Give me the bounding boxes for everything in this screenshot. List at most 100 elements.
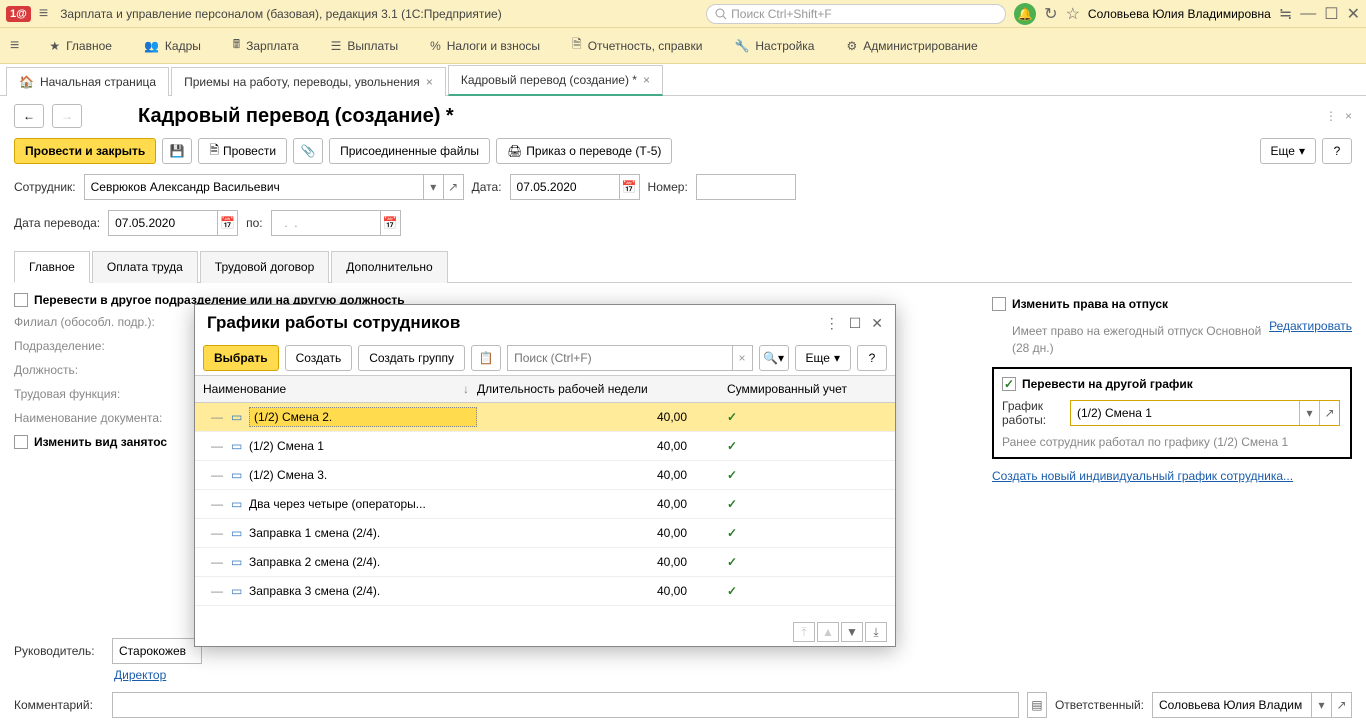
edit-link[interactable]: Редактировать xyxy=(1269,319,1352,333)
maximize-icon[interactable]: ☐ xyxy=(1324,4,1338,24)
calendar-icon[interactable]: 📅 xyxy=(217,211,237,235)
grid-down[interactable]: ▼ xyxy=(841,622,863,642)
tab-transfer[interactable]: Кадровый перевод (создание) *× xyxy=(448,65,663,96)
transfer-date-input[interactable] xyxy=(109,211,217,235)
more-button[interactable]: Еще ▾ xyxy=(1260,138,1316,164)
refresh-button[interactable]: 📋 xyxy=(471,345,501,371)
table-row[interactable]: —▭(1/2) Смена 140,00✓ xyxy=(195,432,895,461)
menu-icon[interactable]: ≡ xyxy=(39,5,48,23)
dropdown-icon[interactable]: ▾ xyxy=(1299,401,1319,425)
create-button[interactable]: Создать xyxy=(285,345,353,371)
col-duration-header[interactable]: Длительность рабочей недели xyxy=(477,382,727,396)
clear-search-icon[interactable]: × xyxy=(732,346,752,370)
table-row[interactable]: —▭Заправка 2 смена (2/4).40,00✓ xyxy=(195,548,895,577)
minimize-icon[interactable]: — xyxy=(1300,5,1316,23)
help-button[interactable]: ? xyxy=(1322,138,1352,164)
menu-reports[interactable]: 🗎Отчетность, справки xyxy=(558,29,716,62)
comment-input[interactable] xyxy=(113,693,1018,717)
attached-files-button[interactable]: Присоединенные файлы xyxy=(329,138,490,164)
doc-icon: 🗎 xyxy=(572,35,582,56)
table-row[interactable]: —▭Два через четыре (операторы...40,00✓ xyxy=(195,490,895,519)
number-input[interactable] xyxy=(697,175,795,199)
close-icon[interactable]: ✕ xyxy=(871,315,883,332)
favorite-icon[interactable]: ☆ xyxy=(1066,4,1080,24)
menu-kadry[interactable]: 👥Кадры xyxy=(130,33,215,59)
home-icon: 🏠 xyxy=(19,75,34,89)
settings-icon[interactable]: ≒ xyxy=(1279,4,1292,24)
nav-forward[interactable]: → xyxy=(52,104,82,128)
cb-change-kind[interactable] xyxy=(14,435,28,449)
page-close-icon[interactable]: × xyxy=(1345,109,1352,123)
schedules-modal: Графики работы сотрудников ⋮ ☐ ✕ Выбрать… xyxy=(194,304,896,647)
table-row[interactable]: —▭Заправка 1 смена (2/4).40,00✓ xyxy=(195,519,895,548)
nav-back[interactable]: ← xyxy=(14,104,44,128)
date-input[interactable] xyxy=(511,175,619,199)
menu-zarplata[interactable]: 🖩Зарплата xyxy=(219,29,313,62)
prev-schedule-note: Ранее сотрудник работал по графику (1/2)… xyxy=(1002,435,1342,449)
search-button[interactable]: 🔍▾ xyxy=(759,345,789,371)
table-row[interactable]: —▭(1/2) Смена 3.40,00✓ xyxy=(195,461,895,490)
open-icon[interactable]: ↗ xyxy=(1331,693,1351,717)
modal-search-input[interactable] xyxy=(508,346,731,370)
create-group-button[interactable]: Создать группу xyxy=(358,345,465,371)
close-icon[interactable]: × xyxy=(426,75,433,89)
cb-schedule[interactable] xyxy=(1002,377,1016,391)
row-duration: 40,00 xyxy=(477,526,727,540)
tab-home[interactable]: 🏠Начальная страница xyxy=(6,67,169,96)
schedule-input[interactable] xyxy=(1071,401,1299,425)
grid-first[interactable]: ⤒ xyxy=(793,622,815,642)
user-name[interactable]: Соловьева Юлия Владимировна xyxy=(1088,7,1271,21)
table-row[interactable]: —▭Заправка 3 смена (2/4).40,00✓ xyxy=(195,577,895,606)
calendar-icon[interactable]: 📅 xyxy=(619,175,639,199)
dropdown-icon[interactable]: ▾ xyxy=(423,175,443,199)
close-icon[interactable]: ✕ xyxy=(1347,4,1360,24)
director-link[interactable]: Директор xyxy=(114,668,166,682)
section-menu-icon[interactable]: ≡ xyxy=(10,37,19,55)
col-name-header[interactable]: Наименование xyxy=(203,382,286,396)
table-row[interactable]: —▭(1/2) Смена 2.40,00✓ xyxy=(195,403,895,432)
subtab-pay[interactable]: Оплата труда xyxy=(92,251,198,283)
post-button[interactable]: 🗎Провести xyxy=(198,138,287,164)
post-and-close-button[interactable]: Провести и закрыть xyxy=(14,138,156,164)
col-sum-header[interactable]: Суммированный учет xyxy=(727,382,887,396)
subtab-contract[interactable]: Трудовой договор xyxy=(200,251,329,283)
save-button[interactable]: 💾 xyxy=(162,138,192,164)
dropdown-icon[interactable]: ▾ xyxy=(1311,693,1331,717)
menu-nalogi[interactable]: %Налоги и взносы xyxy=(416,33,554,59)
cb-transfer-dept[interactable] xyxy=(14,293,28,307)
grid-last[interactable]: ⤓ xyxy=(865,622,887,642)
subtab-extra[interactable]: Дополнительно xyxy=(331,251,447,283)
modal-more-button[interactable]: Еще ▾ xyxy=(795,345,851,371)
comment-extra-icon[interactable]: ▤ xyxy=(1027,692,1047,718)
employee-input[interactable] xyxy=(85,175,423,199)
responsible-input[interactable] xyxy=(1153,693,1311,717)
menu-admin[interactable]: ⚙Администрирование xyxy=(832,33,991,59)
maximize-icon[interactable]: ☐ xyxy=(849,315,862,332)
subtab-main[interactable]: Главное xyxy=(14,251,90,283)
tab-hires[interactable]: Приемы на работу, переводы, увольнения× xyxy=(171,67,446,96)
open-icon[interactable]: ↗ xyxy=(1319,401,1339,425)
select-button[interactable]: Выбрать xyxy=(203,345,279,371)
row-sum: ✓ xyxy=(727,555,887,569)
notifications-icon[interactable]: 🔔 xyxy=(1014,3,1036,25)
calendar-icon[interactable]: 📅 xyxy=(380,211,400,235)
more-vert-icon[interactable]: ⋮ xyxy=(1325,109,1337,123)
modal-search[interactable]: × xyxy=(507,345,752,371)
to-date-input[interactable] xyxy=(272,211,380,235)
print-order-button[interactable]: 🖨Приказ о переводе (Т-5) xyxy=(496,138,672,164)
menu-settings[interactable]: 🔧Настройка xyxy=(720,33,828,59)
history-icon[interactable]: ↻ xyxy=(1044,4,1057,24)
more-vert-icon[interactable]: ⋮ xyxy=(825,315,839,332)
open-icon[interactable]: ↗ xyxy=(443,175,463,199)
search-placeholder: Поиск Ctrl+Shift+F xyxy=(731,7,832,21)
global-search[interactable]: Поиск Ctrl+Shift+F xyxy=(706,4,1006,24)
grid-up[interactable]: ▲ xyxy=(817,622,839,642)
modal-help-button[interactable]: ? xyxy=(857,345,887,371)
close-icon[interactable]: × xyxy=(643,73,650,87)
menu-vyplaty[interactable]: ☰Выплаты xyxy=(317,33,412,59)
attach-button[interactable]: 📎 xyxy=(293,138,323,164)
new-schedule-link[interactable]: Создать новый индивидуальный график сотр… xyxy=(992,469,1293,483)
menu-main[interactable]: ★Главное xyxy=(35,33,126,59)
cb-vacation[interactable] xyxy=(992,297,1006,311)
manager-input[interactable] xyxy=(113,639,201,663)
